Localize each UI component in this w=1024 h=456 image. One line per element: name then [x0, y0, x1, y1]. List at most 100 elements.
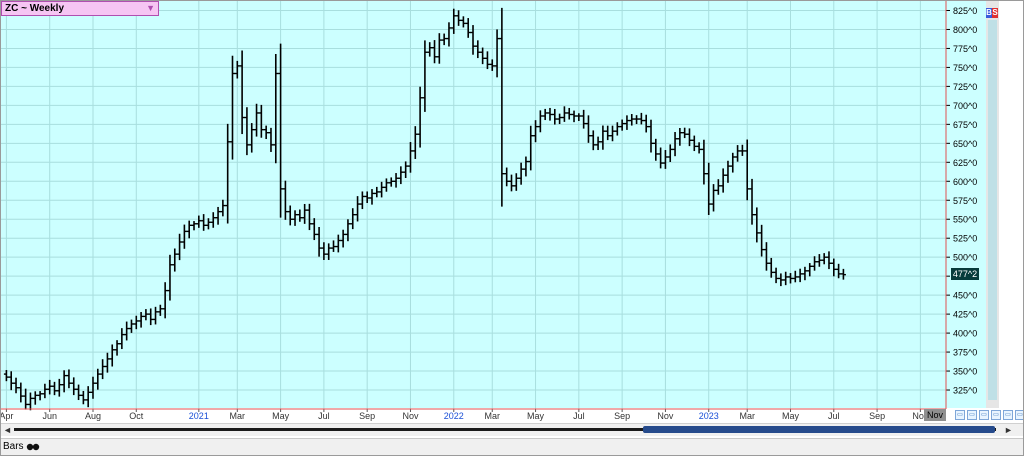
ohlc-bar — [581, 109, 587, 129]
ohlc-bar — [311, 218, 317, 241]
ohlc-bar — [403, 161, 409, 178]
ohlc-bar — [258, 104, 264, 138]
ohlc-bar — [571, 110, 577, 123]
ohlc-bar — [475, 40, 481, 59]
ohlc-bar — [331, 240, 337, 252]
ohlc-bar — [287, 205, 293, 226]
last-price-marker: 477^2 — [951, 268, 979, 281]
buy-sell-badge[interactable]: B S — [986, 8, 998, 18]
price-tick-label: 625^0 — [953, 158, 977, 168]
ohlc-bar — [499, 7, 505, 207]
zoom-in-icon[interactable]: ▭ — [955, 410, 965, 420]
time-scrollbar-thumb[interactable] — [643, 426, 995, 433]
ohlc-bar — [826, 251, 832, 270]
ohlc-bar — [778, 273, 784, 287]
ohlc-bar — [610, 125, 616, 142]
price-chart: 825^0 800^0 775^0 750^0 725^0 700^0 675^0 650^0… — [0, 1, 977, 421]
ohlc-bar — [533, 120, 539, 143]
scroll-end-icon[interactable]: ▭ — [1003, 410, 1013, 420]
price-tick-label: 750^0 — [953, 63, 977, 73]
ohlc-bar — [720, 168, 726, 193]
ohlc-bar — [735, 145, 741, 162]
ohlc-bar — [494, 29, 500, 78]
ohlc-bar — [13, 377, 19, 394]
scroll-right-icon[interactable]: ► — [1004, 424, 1013, 436]
ohlc-bar — [273, 53, 279, 164]
ohlc-bar — [629, 114, 635, 126]
ohlc-bar — [643, 114, 649, 133]
ohlc-bars — [3, 7, 846, 411]
ohlc-bar — [662, 150, 668, 169]
ohlc-bar — [456, 10, 462, 26]
ohlc-bar — [374, 186, 380, 198]
ohlc-bar — [254, 103, 260, 137]
ohlc-bar — [210, 212, 216, 228]
price-tick-label: 400^0 — [953, 329, 977, 339]
ohlc-bar — [831, 258, 837, 277]
ohlc-bar — [749, 178, 755, 225]
ohlc-bar — [807, 263, 813, 277]
price-tick-label: 575^0 — [953, 196, 977, 206]
ohlc-bar — [725, 160, 731, 183]
price-tick-label: 325^0 — [953, 386, 977, 396]
price-tick-label: 375^0 — [953, 348, 977, 358]
ohlc-bar — [465, 18, 471, 38]
ohlc-bar — [759, 224, 765, 257]
ohlc-bar — [71, 377, 77, 396]
ohlc-bar — [547, 107, 553, 121]
fit-icon[interactable]: ▭ — [979, 410, 989, 420]
ohlc-bar — [244, 107, 250, 156]
ohlc-bar — [566, 107, 572, 120]
ohlc-bar — [706, 162, 712, 215]
ohlc-bar — [393, 173, 399, 188]
ohlc-bar — [167, 254, 173, 301]
ohlc-bar — [249, 123, 255, 153]
ohlc-bar — [667, 144, 673, 162]
ohlc-bar — [590, 130, 596, 151]
ohlc-bar — [422, 40, 428, 112]
ohlc-bar — [76, 384, 82, 401]
ohlc-bar — [797, 268, 803, 283]
ohlc-bar — [696, 142, 702, 154]
year-label: 2021 — [189, 411, 209, 421]
ohlc-bar — [605, 125, 611, 141]
ohlc-bar — [181, 224, 187, 249]
current-period-text: Nov — [926, 410, 943, 420]
month-label: Jul — [828, 411, 840, 421]
ohlc-bar — [768, 257, 774, 278]
zoom-out-icon[interactable]: ▭ — [967, 410, 977, 420]
ohlc-bar — [388, 177, 394, 187]
price-axis-labels: 825^0 800^0 775^0 750^0 725^0 700^0 675^0 650^0… — [946, 6, 977, 396]
ohlc-bar — [143, 309, 149, 321]
symbol-selector[interactable]: ZC ~ Weekly ▼ — [1, 1, 159, 16]
ohlc-bar — [100, 359, 106, 380]
dropdown-arrow-icon[interactable]: ▼ — [146, 2, 155, 15]
month-label: Mar — [739, 411, 755, 421]
sell-button[interactable]: S — [992, 8, 998, 18]
expand-icon[interactable]: ▭ — [1015, 410, 1024, 420]
ohlc-bar — [37, 391, 43, 401]
ohlc-bar — [600, 125, 606, 150]
ohlc-bar — [672, 131, 678, 157]
ohlc-bar — [783, 271, 789, 286]
grid-lines — [1, 1, 946, 409]
ohlc-bar — [552, 108, 558, 125]
month-label: Jun — [42, 411, 57, 421]
ohlc-bar — [80, 390, 86, 405]
ohlc-bar — [451, 8, 457, 34]
price-tick-label: 825^0 — [953, 6, 977, 16]
ohlc-bar — [225, 123, 231, 224]
ohlc-bar — [427, 42, 433, 57]
scroll-start-icon[interactable]: ▭ — [991, 410, 1001, 420]
ohlc-bar — [239, 50, 245, 135]
scroll-left-icon[interactable]: ◄ — [3, 424, 12, 436]
bars-tab[interactable]: Bars — [3, 441, 24, 453]
ohlc-bar — [229, 55, 235, 160]
month-label: Oct — [129, 411, 144, 421]
ohlc-bar — [802, 266, 808, 281]
ohlc-bar — [407, 142, 413, 173]
link-icon[interactable] — [26, 443, 40, 451]
price-tick-label: 500^0 — [953, 253, 977, 263]
ohlc-bar — [773, 267, 779, 284]
ohlc-bar — [840, 268, 846, 280]
